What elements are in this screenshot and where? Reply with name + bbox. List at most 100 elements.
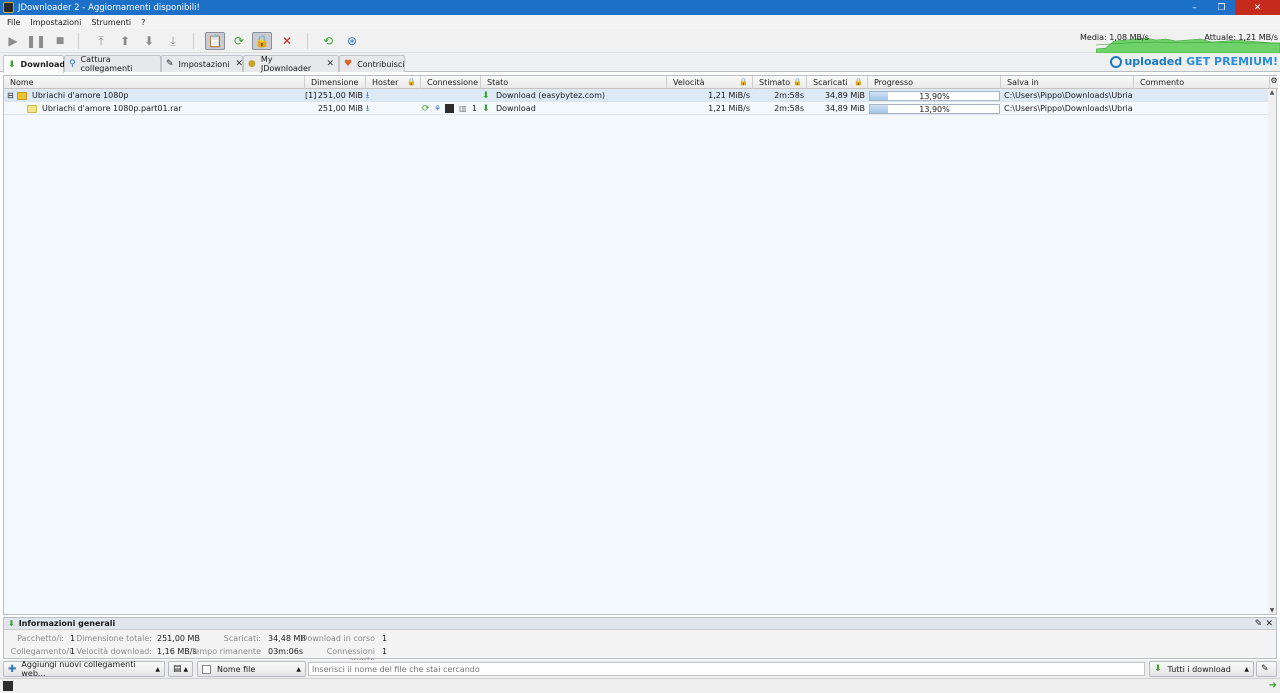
table-icon: ▤ xyxy=(173,664,182,674)
column-label: Salva in xyxy=(1007,78,1039,87)
auto-reconnect-icon[interactable]: ⟳ xyxy=(229,32,249,50)
uploaded-premium-banner[interactable]: uploaded GET PREMIUM! xyxy=(1110,55,1278,68)
menu-impostazioni[interactable]: Impostazioni xyxy=(25,18,86,27)
package-row[interactable]: ⊟ Ubriachi d'amore 1080p [1] 251,00 MiB … xyxy=(4,89,1270,102)
tab-my-jdownloader[interactable]: ● My JDownloader ✕ xyxy=(243,55,339,73)
proxy-status-icon[interactable] xyxy=(3,681,13,691)
move-to-bottom-icon[interactable]: ⤓ xyxy=(163,32,183,50)
wrench-icon: ✎ xyxy=(166,59,174,69)
column-scaricati[interactable]: Scaricati 🔒 xyxy=(807,76,868,89)
package-eta: 2m:58s xyxy=(774,91,804,100)
search-input[interactable] xyxy=(308,662,1145,676)
update-icon[interactable]: ⊛ xyxy=(342,32,362,50)
connection-icon: ▥ xyxy=(459,104,467,113)
info-label: Download in corso xyxy=(301,634,375,643)
column-hoster[interactable]: Hoster 🔒 xyxy=(366,76,421,89)
close-panel-icon[interactable]: ✕ xyxy=(1265,619,1273,629)
column-nome[interactable]: Nome xyxy=(4,76,305,89)
scroll-down-icon[interactable]: ▼ xyxy=(1268,607,1276,614)
plugin-icon: ⚘ xyxy=(434,104,442,113)
all-downloads-select[interactable]: ⬇ Tutti i download ▲ xyxy=(1149,661,1254,677)
view-menu-button[interactable]: ▤ ▲ xyxy=(168,661,193,677)
info-label: Velocità download: xyxy=(76,647,152,656)
lock-icon: 🔒 xyxy=(854,78,863,86)
column-settings-icon[interactable]: ⚙ xyxy=(1270,76,1278,89)
tab-link-grabber[interactable]: ⚲ Cattura collegamenti xyxy=(64,55,161,73)
column-commento[interactable]: Commento xyxy=(1134,76,1270,89)
column-label: Dimensione xyxy=(311,78,359,87)
pause-downloads-icon[interactable]: ❚❚ xyxy=(26,32,46,50)
minimize-button[interactable]: – xyxy=(1181,0,1208,15)
tab-settings-close-icon[interactable]: ✕ xyxy=(236,59,244,69)
download-arrow-icon: ⬇ xyxy=(8,59,16,70)
jdownloader-logo-icon xyxy=(3,2,14,13)
status-download-icon: ⬇ xyxy=(482,90,490,101)
status-bar: ➜ xyxy=(0,678,1280,693)
move-to-top-icon[interactable]: ⤒ xyxy=(91,32,111,50)
search-filter-select[interactable]: Nome file ▲ xyxy=(197,661,306,677)
file-row[interactable]: Ubriachi d'amore 1080p.part01.rar 251,00… xyxy=(4,102,1270,115)
info-label: Tempo rimanente xyxy=(190,647,261,656)
lock-icon: 🔒 xyxy=(407,78,416,86)
dropdown-arrow-icon: ▲ xyxy=(1244,665,1249,673)
download-arrow-icon: ⬇ xyxy=(1154,664,1162,674)
info-value: 1 xyxy=(382,647,388,656)
start-downloads-icon[interactable]: ▶ xyxy=(3,32,23,50)
maximize-button[interactable]: ❐ xyxy=(1208,0,1235,15)
tab-download[interactable]: ⬇ Download xyxy=(3,55,65,73)
tab-my-jdownloader-label: My JDownloader xyxy=(260,55,312,73)
tab-link-grabber-label: Cattura collegamenti xyxy=(80,55,133,73)
info-value: 1 xyxy=(382,634,388,643)
speed-limit-icon[interactable]: ✕ xyxy=(277,32,297,50)
move-up-icon[interactable]: ⬆ xyxy=(115,32,135,50)
info-label: Dimensione totale: xyxy=(76,634,152,643)
column-label: Nome xyxy=(10,78,34,87)
add-icon: ✚ xyxy=(8,663,17,675)
menu-help[interactable]: ? xyxy=(136,18,150,27)
resume-icon: ⟳ xyxy=(422,103,430,114)
scroll-up-icon[interactable]: ▲ xyxy=(1268,89,1276,96)
reconnect-icon[interactable]: ⟲ xyxy=(318,32,338,50)
stop-downloads-icon[interactable]: ■ xyxy=(50,32,70,50)
column-stimato[interactable]: Stimato 🔒 xyxy=(753,76,807,89)
info-panel-controls: ✎ ✕ xyxy=(1255,619,1273,629)
vertical-scrollbar[interactable]: ▲ ▼ xyxy=(1268,89,1276,614)
menu-file[interactable]: File xyxy=(2,18,25,27)
collapse-icon[interactable]: ⊟ xyxy=(7,89,17,102)
tab-contribute[interactable]: ♥ Contribuisci xyxy=(339,55,405,72)
premium-toggle-icon[interactable]: 🔒 xyxy=(252,32,272,50)
close-button[interactable]: ✕ xyxy=(1235,0,1280,15)
file-icon xyxy=(27,102,39,115)
column-progresso[interactable]: Progresso xyxy=(868,76,1001,89)
column-velocita[interactable]: Velocità 🔒 xyxy=(667,76,753,89)
column-stato[interactable]: Stato xyxy=(481,76,667,89)
status-download-icon: ⬇ xyxy=(482,103,490,114)
file-progress-bar: 13,90% xyxy=(869,104,1000,114)
column-connessione[interactable]: Connessione xyxy=(421,76,481,89)
clipboard-monitor-icon[interactable]: 📋 xyxy=(205,32,225,50)
pin-icon[interactable]: ✎ xyxy=(1255,619,1263,629)
info-title: Informazioni generali xyxy=(18,619,116,628)
dropdown-arrow-icon: ▲ xyxy=(155,665,160,673)
move-down-icon[interactable]: ⬇ xyxy=(139,32,159,50)
file-name: Ubriachi d'amore 1080p.part01.rar xyxy=(42,104,182,113)
package-speed: 1,21 MiB/s xyxy=(708,91,750,100)
window-title: JDownloader 2 - Aggiornamenti disponibil… xyxy=(18,2,200,13)
file-save-path: C:\Users\Pippo\Downloads\Ubriach... xyxy=(1004,104,1132,113)
tab-settings-label: Impostazioni xyxy=(178,59,230,69)
column-dimensione[interactable]: Dimensione xyxy=(305,76,366,89)
hoster-icon: ⭳ xyxy=(366,103,370,114)
start-icon[interactable]: ➜ xyxy=(1269,680,1277,691)
menu-strumenti[interactable]: Strumenti xyxy=(86,18,136,27)
add-links-button[interactable]: ✚ Aggiungi nuovi collegamenti web... ▲ xyxy=(3,660,165,678)
column-label: Commento xyxy=(1140,78,1185,87)
premium-cta: GET PREMIUM! xyxy=(1186,55,1278,68)
all-downloads-label: Tutti i download xyxy=(1167,664,1231,674)
bottom-settings-button[interactable]: ✎ xyxy=(1256,661,1277,677)
tab-settings[interactable]: ✎ Impostazioni ✕ xyxy=(161,55,243,72)
lock-icon: 🔒 xyxy=(739,78,748,86)
column-salva-in[interactable]: Salva in xyxy=(1001,76,1134,89)
tab-my-jdownloader-close-icon[interactable]: ✕ xyxy=(326,59,334,69)
package-status: Download (easybytez.com) xyxy=(496,91,605,100)
package-loaded: 34,89 MiB xyxy=(824,91,865,100)
